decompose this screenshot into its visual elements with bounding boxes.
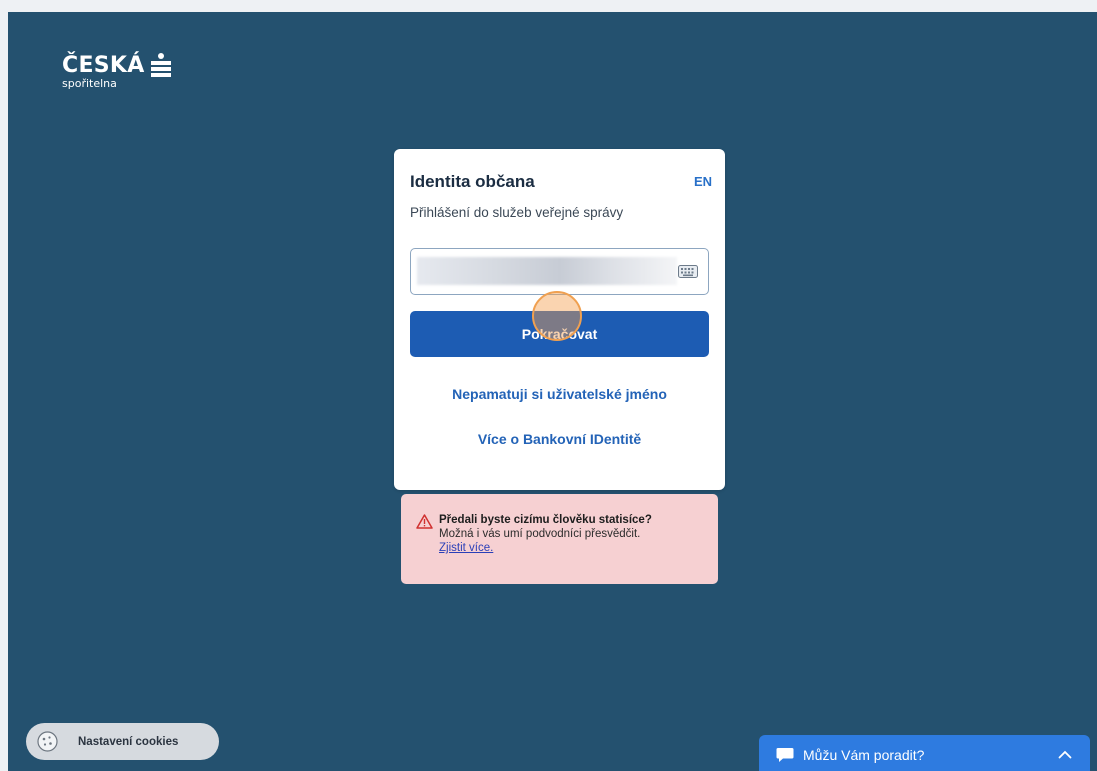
username-input[interactable] (417, 257, 677, 285)
username-field[interactable] (410, 248, 709, 295)
forgot-username-link[interactable]: Nepamatuji si uživatelské jméno (394, 386, 725, 402)
login-card: Identita občana EN Přihlášení do služeb … (394, 149, 725, 490)
card-subtitle: Přihlášení do služeb veřejné správy (410, 205, 624, 220)
card-title: Identita občana (410, 172, 535, 191)
language-switch-link[interactable]: EN (694, 174, 712, 189)
warning-title: Předali byste cizímu člověku statisíce? (439, 514, 652, 526)
warning-body: Možná i vás umí podvodníci přesvědčit. (439, 528, 641, 540)
chat-widget-bar[interactable]: Můžu Vám poradit? (759, 735, 1090, 771)
chat-label: Můžu Vám poradit? (803, 747, 925, 763)
chat-bubble-icon (776, 748, 794, 762)
warning-more-link[interactable]: Zjistit více. (439, 541, 652, 555)
bank-logo-icon (150, 53, 171, 77)
logo-name: ČESKÁ (62, 53, 145, 78)
keyboard-icon[interactable] (678, 265, 698, 278)
fraud-warning-box: Předali byste cizímu člověku statisíce? … (401, 494, 718, 584)
logo-subtitle: spořitelna (62, 77, 117, 90)
bank-logo[interactable]: ČESKÁ spořitelna (62, 53, 172, 90)
warning-icon (416, 514, 433, 529)
cookie-settings-button[interactable]: Nastavení cookies (26, 723, 219, 760)
cookie-icon (37, 731, 58, 752)
page-background: ČESKÁ spořitelna Identita občana EN Přih… (8, 12, 1097, 771)
continue-button[interactable]: Pokračovat (410, 311, 709, 357)
chevron-up-icon[interactable] (1058, 749, 1072, 759)
more-info-link[interactable]: Více o Bankovní IDentitě (394, 431, 725, 447)
cookie-settings-label: Nastavení cookies (78, 735, 179, 748)
